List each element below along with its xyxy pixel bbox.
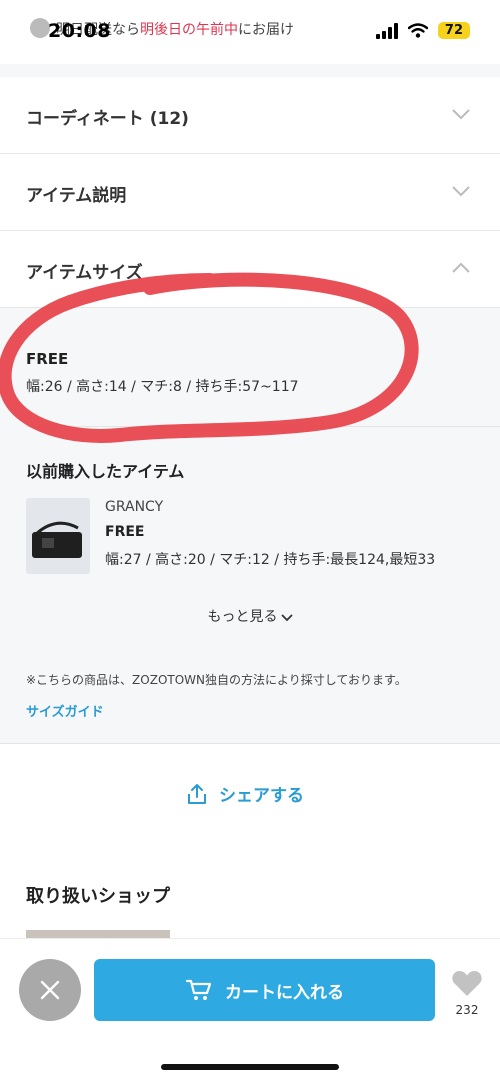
notice-suffix: にお届け (238, 22, 294, 38)
close-button[interactable] (19, 959, 81, 1021)
home-indicator (161, 1064, 339, 1070)
accordion-title: アイテム説明 (26, 186, 127, 206)
add-to-cart-label: カートに入れる (225, 982, 344, 1003)
show-more-button[interactable]: もっと見る (0, 606, 500, 626)
chevron-down-icon (280, 614, 293, 622)
size-name: FREE (26, 350, 69, 368)
heart-icon (452, 971, 482, 996)
status-bar: 明日配送なら明後日の午前中にお届け 20:08 72 (0, 0, 500, 64)
chevron-up-icon (452, 262, 470, 273)
divider (26, 426, 500, 427)
add-to-cart-button[interactable]: カートに入れる (94, 959, 435, 1021)
accordion-title: アイテムサイズ (26, 263, 143, 283)
previous-item-dimensions: 幅:27 / 高さ:20 / マチ:12 / 持ち手:最長124,最短33 (105, 552, 436, 568)
previous-item-brand: GRANCY (105, 499, 164, 515)
favorite-count: 232 (455, 1003, 479, 1017)
notice-highlight: 明後日の午前中 (140, 22, 238, 38)
chevron-down-icon (452, 186, 470, 197)
shop-section-title: 取り扱いショップ (26, 886, 170, 907)
share-button[interactable]: シェアする (185, 781, 304, 806)
share-icon (188, 783, 206, 804)
previous-purchase-title: 以前購入したアイテム (26, 462, 185, 481)
signal-icon (375, 22, 398, 39)
share-label: シェアする (219, 786, 304, 806)
accordion-item-size[interactable]: アイテムサイズ (0, 231, 500, 308)
accordion-item-description[interactable]: アイテム説明 (0, 154, 500, 231)
bottom-action-bar: カートに入れる 232 (0, 938, 500, 1080)
shop-section: 取り扱いショップ (0, 844, 500, 944)
battery-indicator: 72 (437, 22, 470, 39)
share-section: シェアする (0, 744, 500, 844)
wifi-icon (407, 23, 428, 38)
cart-icon (185, 979, 212, 1000)
size-guide-link[interactable]: サイズガイド (26, 701, 104, 720)
show-more-label: もっと見る (207, 609, 278, 625)
accordion-coordinate[interactable]: コーディネート (12) (0, 77, 500, 154)
clock: 20:08 (48, 20, 111, 42)
favorite-button[interactable]: 232 (449, 969, 485, 1017)
close-icon (40, 980, 60, 1000)
truck-icon (30, 18, 50, 38)
measurement-note: ※こちらの商品は、ZOZOTOWN独自の方法により採寸しております。 (26, 673, 407, 687)
chevron-down-icon (452, 109, 470, 120)
item-size-panel: FREE 幅:26 / 高さ:14 / マチ:8 / 持ち手:57~117 以前… (0, 308, 500, 744)
size-dimensions: 幅:26 / 高さ:14 / マチ:8 / 持ち手:57~117 (26, 379, 299, 395)
accordion-title: コーディネート (12) (26, 109, 189, 129)
previous-item-size: FREE (105, 524, 145, 540)
previous-item-thumbnail[interactable] (26, 498, 90, 574)
status-icons: 72 (375, 22, 470, 39)
